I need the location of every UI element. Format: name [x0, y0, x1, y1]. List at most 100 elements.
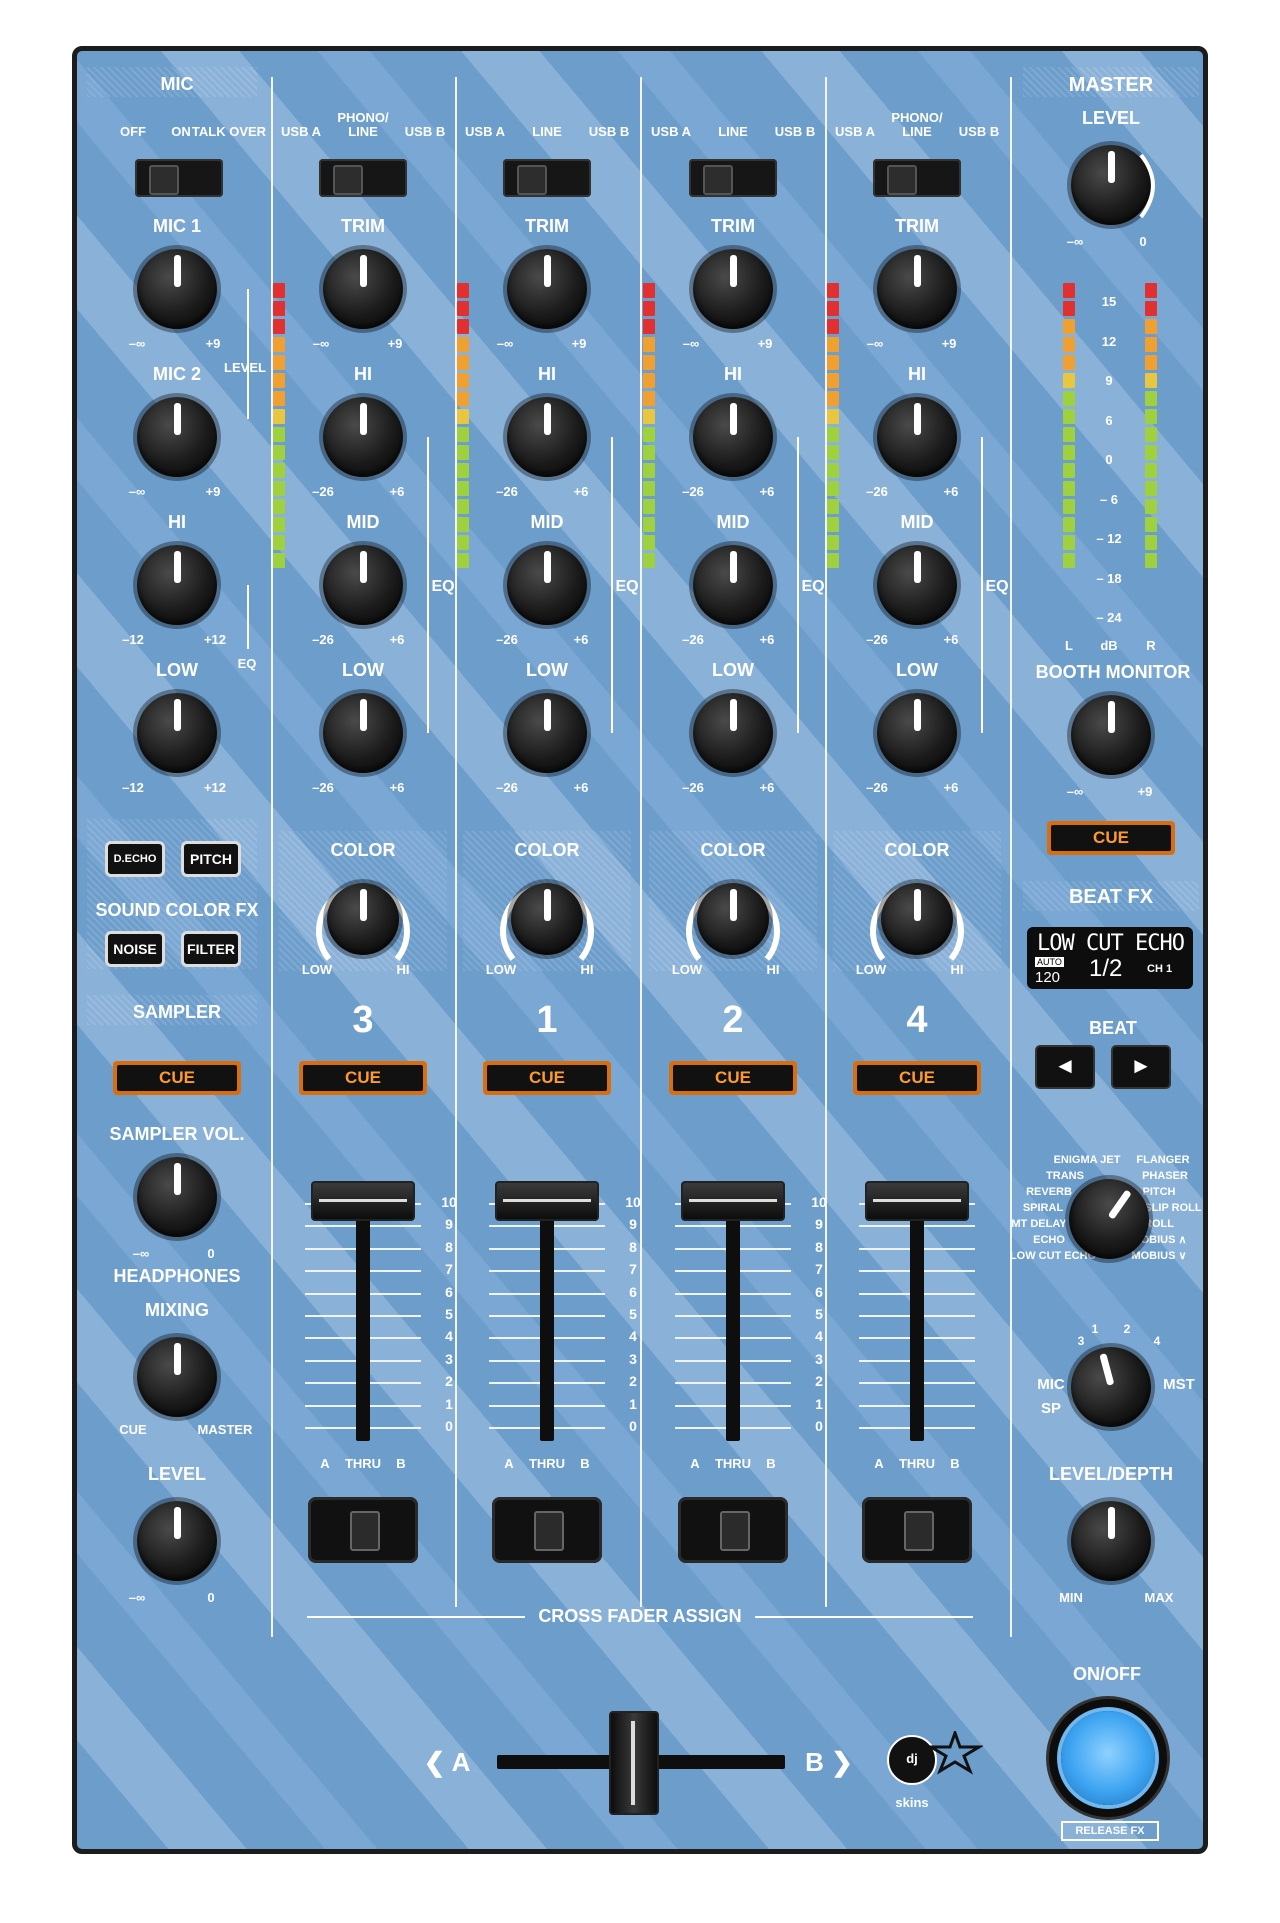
meter-segment [827, 427, 839, 442]
hi-eq-knob[interactable] [507, 397, 587, 477]
low-eq-knob[interactable] [877, 693, 957, 773]
assign-a: A [504, 1456, 514, 1471]
color-knob[interactable] [327, 883, 399, 955]
fx-on-off-button[interactable] [1049, 1699, 1167, 1817]
fx-decho-button[interactable]: D.ECHO [105, 841, 165, 877]
trim-knob[interactable] [877, 249, 957, 329]
mid-eq-knob[interactable] [877, 545, 957, 625]
level-depth-knob[interactable] [1071, 1501, 1151, 1581]
trim-knob[interactable] [323, 249, 403, 329]
crossfader-cap-line [631, 1721, 635, 1805]
effect-option-label: ECHO [1033, 1234, 1065, 1246]
meter-l-label: L [1065, 638, 1073, 653]
fx-channel-select-knob[interactable] [1062, 1338, 1160, 1436]
meter-segment [1063, 499, 1075, 514]
mid-eq-knob[interactable] [507, 545, 587, 625]
crossfader-assign-switch[interactable] [308, 1497, 418, 1563]
input-usbb-label: USB B [958, 124, 1000, 139]
meter-segment [643, 445, 655, 460]
mic-low-knob[interactable] [137, 693, 217, 773]
color-knob[interactable] [511, 883, 583, 955]
meter-segment [273, 319, 285, 334]
mic-hi-knob[interactable] [137, 545, 217, 625]
crossfader-assign-switch[interactable] [862, 1497, 972, 1563]
master-level-arc [1139, 153, 1155, 219]
input-select-switch[interactable] [503, 159, 591, 197]
fx-on-off-light [1061, 1711, 1155, 1805]
fader-scale-number: 6 [629, 1283, 637, 1300]
trim-knob[interactable] [507, 249, 587, 329]
channel-fader-cap[interactable] [865, 1181, 969, 1221]
mic1-knob[interactable] [137, 249, 217, 329]
effect-option-label: SPIRAL [1022, 1202, 1064, 1214]
input-select-switch[interactable] [319, 159, 407, 197]
input-select-switch[interactable] [689, 159, 777, 197]
low-eq-knob[interactable] [507, 693, 587, 773]
channel-fader-cap[interactable] [495, 1181, 599, 1221]
fx-noise-button[interactable]: NOISE [105, 931, 165, 967]
low-max: +6 [943, 780, 959, 795]
color-label: COLOR [700, 840, 766, 860]
crossfader-a-label: ❮ A [423, 1747, 471, 1777]
mixing-knob[interactable] [137, 1337, 217, 1417]
hi-label: HI [908, 364, 926, 384]
mic-switch[interactable] [135, 159, 223, 197]
hi-eq-knob[interactable] [323, 397, 403, 477]
meter-segment [273, 409, 285, 424]
mic-eq-bracket [247, 585, 249, 649]
mid-min: –26 [866, 632, 888, 647]
hi-eq-knob[interactable] [693, 397, 773, 477]
color-knob[interactable] [881, 883, 953, 955]
hi-min: –26 [496, 484, 518, 499]
crossfader-assign-switch[interactable] [678, 1497, 788, 1563]
channel-cue-button[interactable]: CUE [669, 1061, 797, 1095]
effect-option-label: MOBIUS ∨ [1131, 1250, 1187, 1262]
fader-scale-number: 0 [815, 1418, 823, 1434]
mic-level-bracket [247, 289, 249, 419]
meter-segment [273, 355, 285, 370]
mid-eq-knob[interactable] [323, 545, 403, 625]
beat-left-button[interactable]: ◄ [1035, 1045, 1095, 1089]
booth-cue-button[interactable]: CUE [1047, 821, 1175, 855]
crossfader-cap[interactable] [609, 1711, 659, 1815]
trim-knob[interactable] [693, 249, 773, 329]
fx-filter-button[interactable]: FILTER [181, 931, 241, 967]
channel-cue-button[interactable]: CUE [483, 1061, 611, 1095]
color-low: LOW [485, 962, 517, 977]
fader-scale-number: 10 [441, 1194, 457, 1210]
meter-segment [1063, 337, 1075, 352]
sampler-vol-knob[interactable] [137, 1157, 217, 1237]
beat-right-button[interactable]: ► [1111, 1045, 1171, 1089]
mic1-min: –∞ [128, 336, 146, 351]
hi-max: +6 [943, 484, 959, 499]
mid-eq-knob[interactable] [693, 545, 773, 625]
meter-segment [273, 553, 285, 568]
mic-switch-talkover: TALK OVER [191, 124, 267, 139]
low-label: LOW [712, 660, 754, 680]
crossfader-assign-switch[interactable] [492, 1497, 602, 1563]
sampler-cue-button[interactable]: CUE [113, 1061, 241, 1095]
fader-scale-number: 2 [629, 1373, 637, 1390]
color-knob[interactable] [697, 883, 769, 955]
hi-eq-knob[interactable] [877, 397, 957, 477]
input-usba-label: USB A [835, 124, 875, 139]
low-eq-knob[interactable] [693, 693, 773, 773]
channel-cue-button[interactable]: CUE [853, 1061, 981, 1095]
mic2-knob[interactable] [137, 397, 217, 477]
booth-knob[interactable] [1071, 695, 1151, 775]
meter-segment [643, 481, 655, 496]
cf-assign-line-left [307, 1616, 525, 1618]
meter-segment [457, 409, 469, 424]
channel-cue-button[interactable]: CUE [299, 1061, 427, 1095]
hp-level-knob[interactable] [137, 1501, 217, 1581]
meter-scale-number: – 24 [1096, 610, 1122, 625]
channel-fader-cap[interactable] [681, 1181, 785, 1221]
fx-pitch-button[interactable]: PITCH [181, 841, 241, 877]
meter-db-label: dB [1100, 638, 1118, 653]
channel-number: 2 [722, 999, 744, 1041]
meter-segment [457, 481, 469, 496]
low-eq-knob[interactable] [323, 693, 403, 773]
channel-fader-cap[interactable] [311, 1181, 415, 1221]
fader-scale-number: 9 [815, 1216, 823, 1233]
input-select-switch[interactable] [873, 159, 961, 197]
